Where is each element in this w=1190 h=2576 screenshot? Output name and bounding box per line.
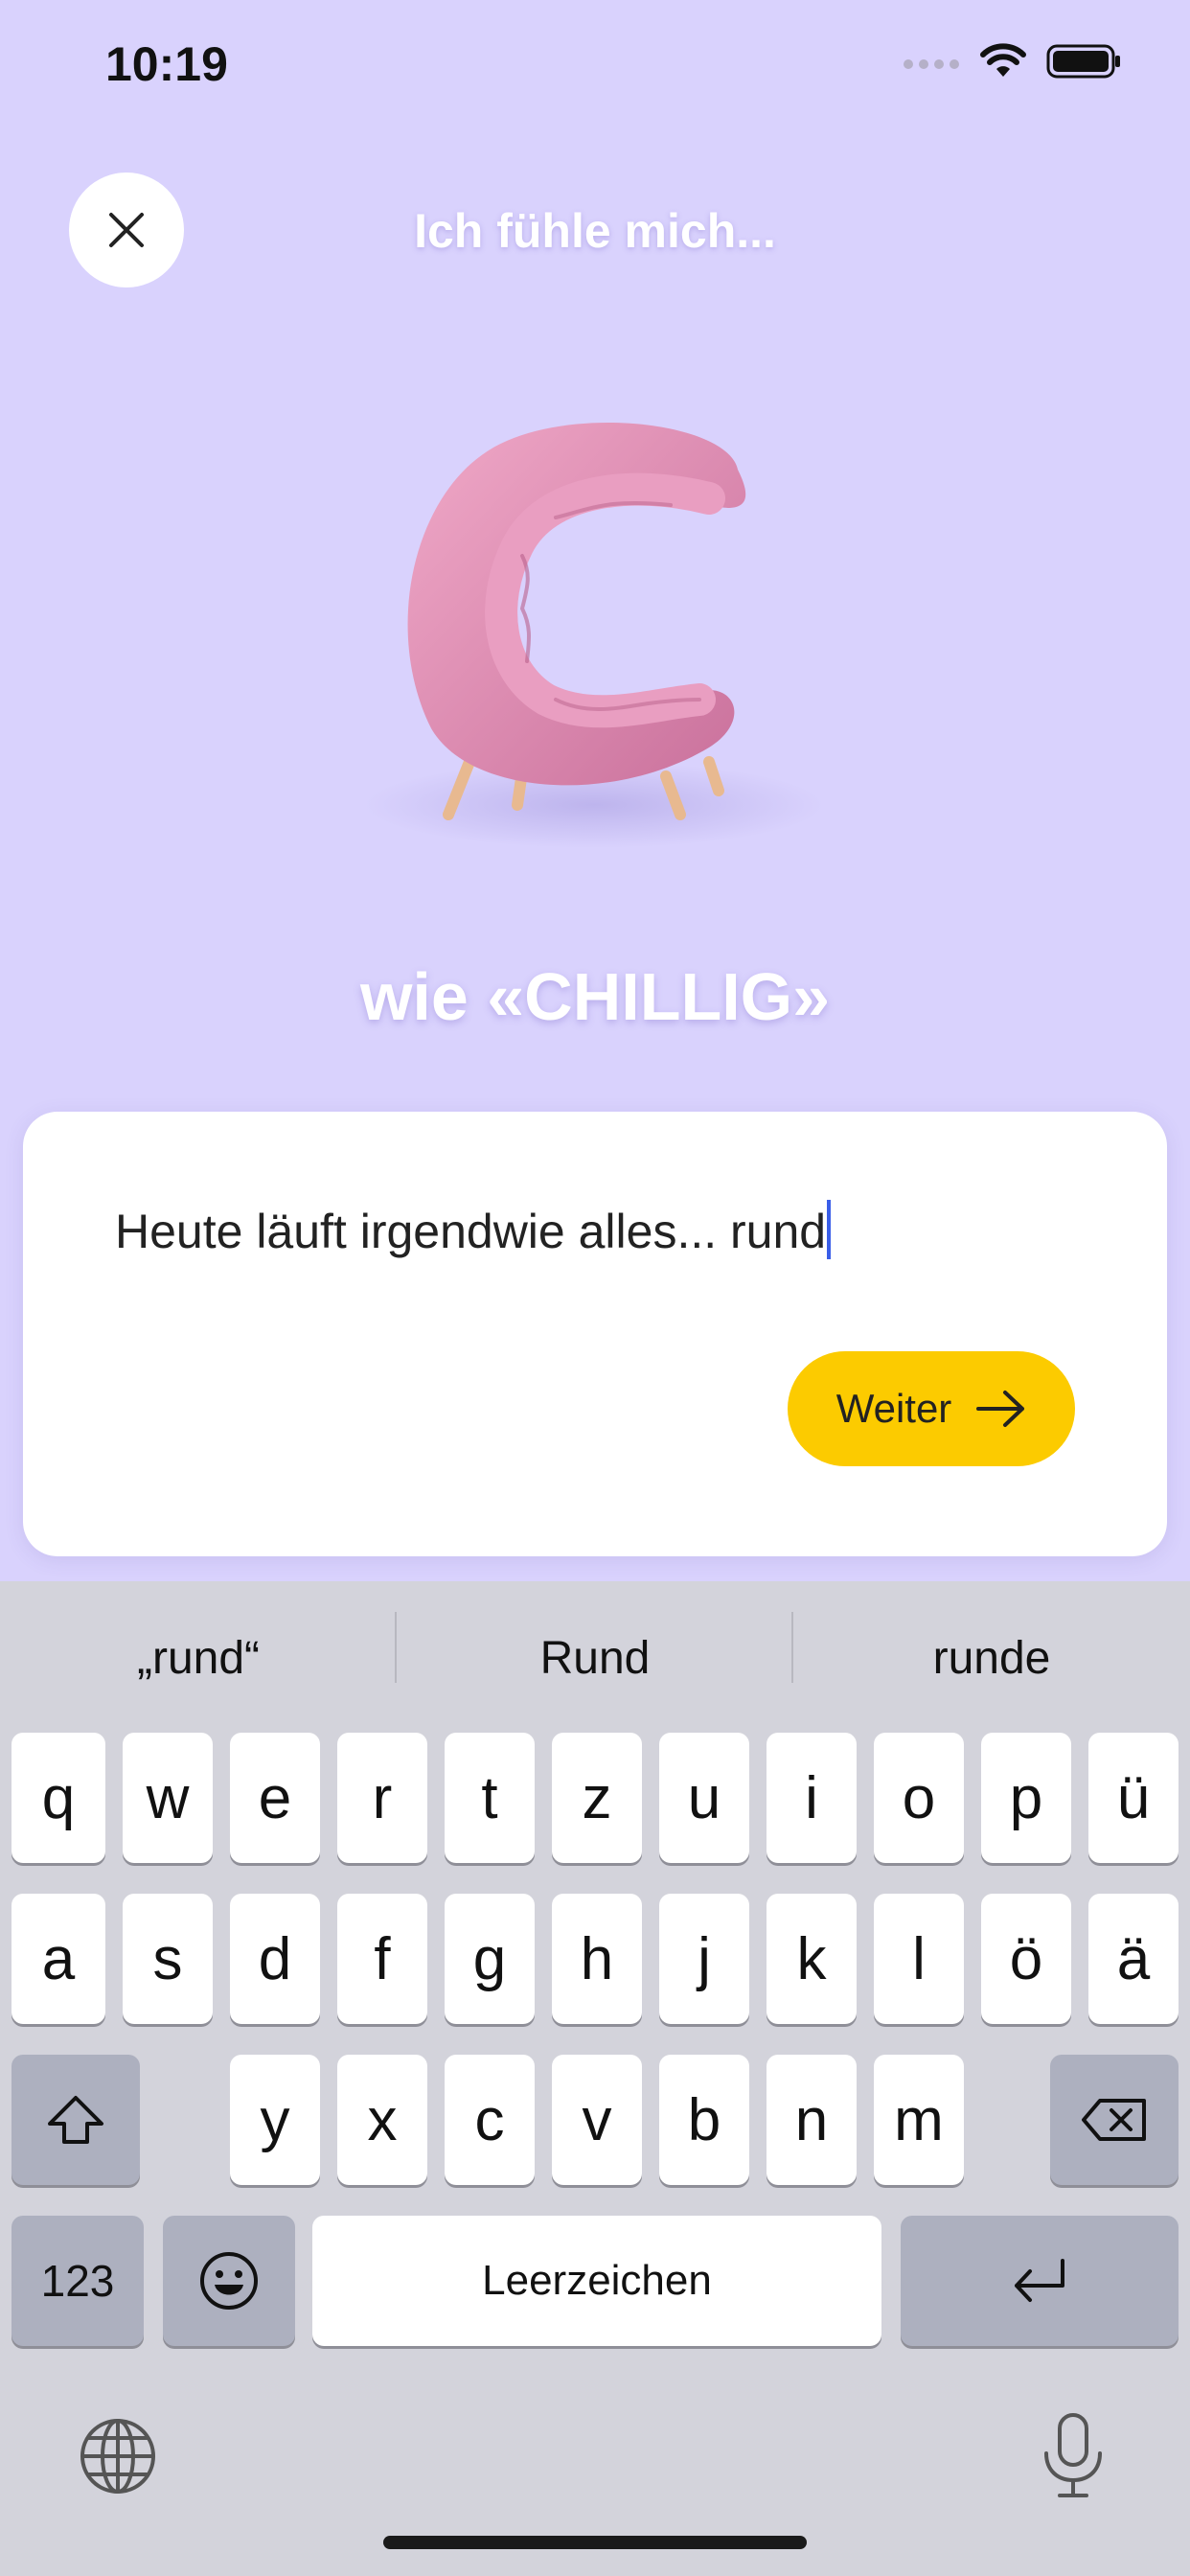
- space-key[interactable]: Leerzeichen: [312, 2216, 881, 2346]
- key-p[interactable]: p: [981, 1733, 1071, 1863]
- key-j[interactable]: j: [659, 1894, 749, 2024]
- key-b[interactable]: b: [659, 2055, 749, 2185]
- key-r[interactable]: r: [337, 1733, 427, 1863]
- return-key[interactable]: [901, 2216, 1179, 2346]
- key-x[interactable]: x: [337, 2055, 427, 2185]
- chair-illustration: [364, 423, 824, 848]
- key-a[interactable]: a: [11, 1894, 105, 2024]
- key-w[interactable]: w: [123, 1733, 213, 1863]
- status-time: 10:19: [105, 37, 228, 91]
- status-bar: 10:19: [0, 0, 1190, 134]
- key-u[interactable]: u: [659, 1733, 749, 1863]
- suggestion-3[interactable]: runde: [793, 1610, 1190, 1706]
- shift-icon: [48, 2096, 103, 2144]
- backspace-icon: [1082, 2099, 1146, 2141]
- shift-key[interactable]: [11, 2055, 140, 2185]
- suggestion-2[interactable]: Rund: [397, 1610, 793, 1706]
- microphone-icon[interactable]: [1037, 2411, 1110, 2499]
- key-v[interactable]: v: [552, 2055, 642, 2185]
- key-m[interactable]: m: [874, 2055, 964, 2185]
- emoji-key[interactable]: [163, 2216, 295, 2346]
- mood-label: wie «CHILLIG»: [359, 959, 831, 1034]
- battery-icon: [1046, 44, 1120, 79]
- key-t[interactable]: t: [445, 1733, 535, 1863]
- key-d[interactable]: d: [230, 1894, 320, 2024]
- key-c[interactable]: c: [445, 2055, 535, 2185]
- globe-icon[interactable]: [79, 2417, 157, 2496]
- status-indicators: [903, 42, 1123, 80]
- key-s[interactable]: s: [123, 1894, 213, 2024]
- backspace-key[interactable]: [1050, 2055, 1179, 2185]
- entry-text-field[interactable]: Heute läuft irgendwie alles... rund: [115, 1200, 832, 1259]
- header-title: Ich fühle mich...: [414, 204, 776, 258]
- return-icon: [1015, 2259, 1064, 2302]
- emoji-icon: [200, 2252, 258, 2310]
- key-k[interactable]: k: [767, 1894, 857, 2024]
- entry-card: Heute läuft irgendwie alles... rund Weit…: [23, 1112, 1167, 1556]
- next-button[interactable]: Weiter: [788, 1351, 1075, 1466]
- text-caret: [827, 1200, 832, 1259]
- key-ae[interactable]: ä: [1088, 1894, 1179, 2024]
- wifi-icon: [980, 43, 1026, 77]
- home-indicator[interactable]: [383, 2536, 807, 2549]
- next-button-label: Weiter: [835, 1386, 952, 1431]
- keyboard: „rund“ Rund runde q w e r t z u i o p ü …: [0, 1581, 1190, 2576]
- key-l[interactable]: l: [874, 1894, 964, 2024]
- suggestion-bar: „rund“ Rund runde: [0, 1581, 1190, 1735]
- suggestion-1[interactable]: „rund“: [0, 1610, 397, 1706]
- key-h[interactable]: h: [552, 1894, 642, 2024]
- cellular-icon: [904, 59, 959, 69]
- key-z[interactable]: z: [552, 1733, 642, 1863]
- key-i[interactable]: i: [767, 1733, 857, 1863]
- key-ue[interactable]: ü: [1088, 1733, 1179, 1863]
- key-e[interactable]: e: [230, 1733, 320, 1863]
- key-g[interactable]: g: [445, 1894, 535, 2024]
- arrow-right-icon: [976, 1391, 1025, 1427]
- numbers-key[interactable]: 123: [11, 2216, 144, 2346]
- key-o[interactable]: o: [874, 1733, 964, 1863]
- key-q[interactable]: q: [11, 1733, 105, 1863]
- key-n[interactable]: n: [767, 2055, 857, 2185]
- entry-text: Heute läuft irgendwie alles... rund: [115, 1205, 827, 1258]
- key-f[interactable]: f: [337, 1894, 427, 2024]
- key-oe[interactable]: ö: [981, 1894, 1071, 2024]
- key-y[interactable]: y: [230, 2055, 320, 2185]
